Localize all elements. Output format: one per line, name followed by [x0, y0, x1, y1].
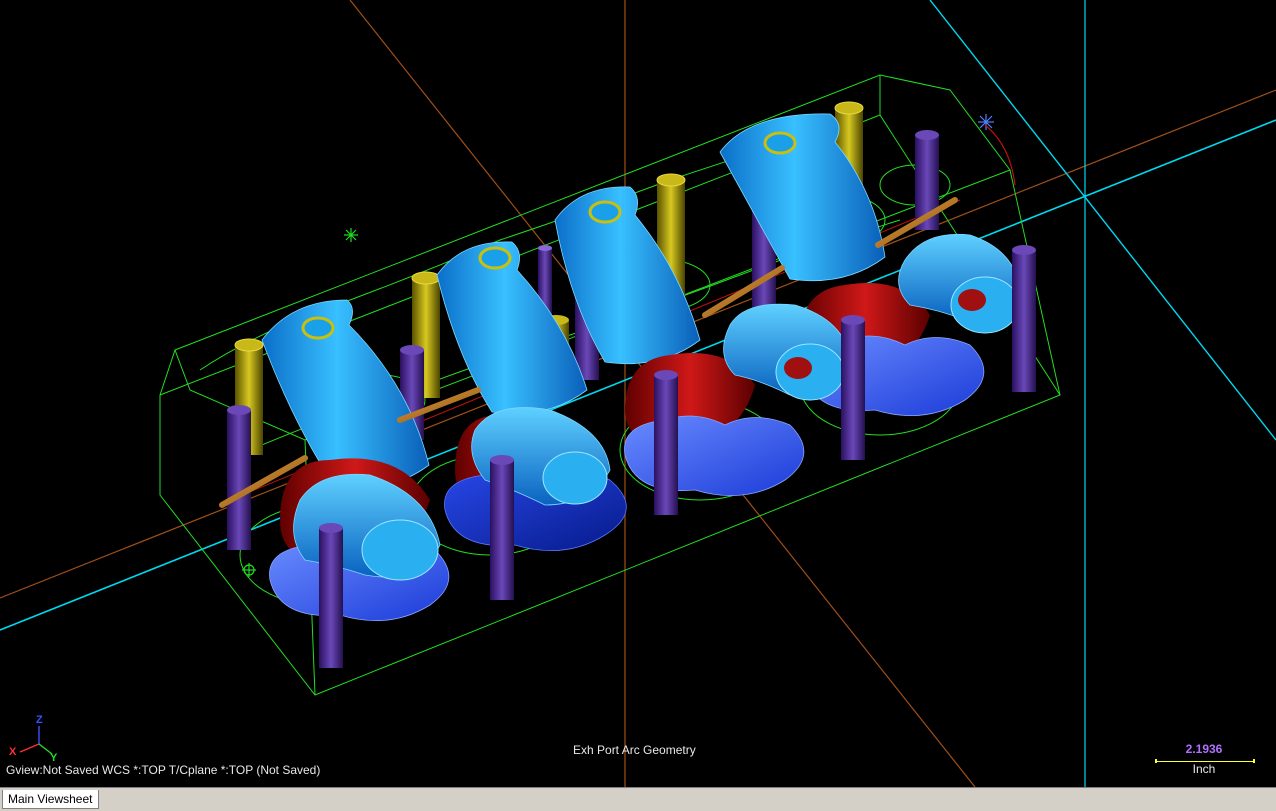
scale-indicator: 2.1936 Inch [1155, 742, 1255, 776]
level-name-label: Exh Port Arc Geometry [573, 743, 696, 757]
scale-value: 2.1936 [1185, 742, 1223, 756]
triad-z-label: Z [36, 714, 43, 726]
triad-x-label: X [9, 746, 17, 758]
graphics-viewport[interactable]: Z X Y Gview:Not Saved WCS *:TOP T/Cplane… [0, 0, 1276, 787]
view-status-text: Gview:Not Saved WCS *:TOP T/Cplane *:TOP… [6, 763, 321, 777]
view-axis-triad: Z X Y [6, 714, 66, 764]
scale-unit: Inch [1192, 762, 1216, 776]
3d-model-scene[interactable] [0, 0, 1276, 787]
tab-main-viewsheet[interactable]: Main Viewsheet [2, 790, 99, 809]
viewsheet-tab-bar: Main Viewsheet [0, 787, 1276, 811]
